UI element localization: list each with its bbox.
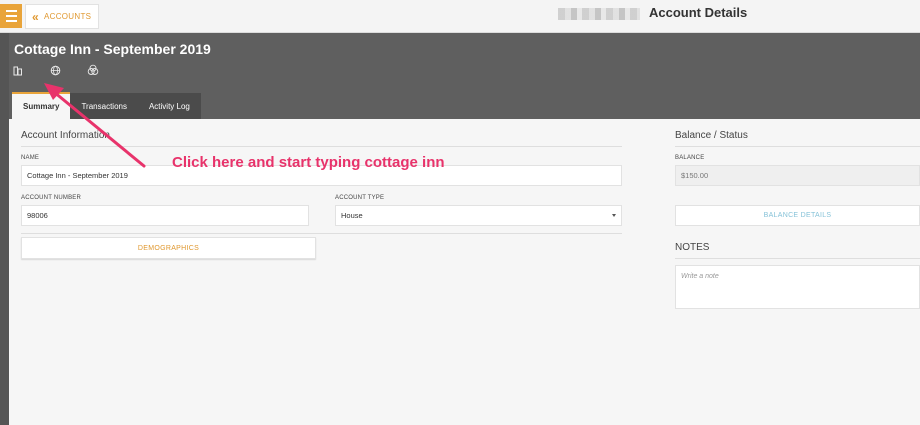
account-header: Cottage Inn - September 2019 Summary Tra…: [9, 33, 920, 119]
balance-label: BALANCE: [675, 155, 705, 161]
divider: [21, 233, 622, 234]
side-strip: [0, 33, 9, 425]
tab-summary[interactable]: Summary: [12, 92, 71, 119]
account-type-select[interactable]: House: [335, 205, 622, 226]
account-type-value: House: [341, 211, 363, 220]
divider: [675, 258, 920, 259]
redacted-text: [558, 8, 640, 20]
balance-details-button[interactable]: BALANCE DETAILS: [675, 205, 920, 226]
back-to-accounts-button[interactable]: « ACCOUNTS: [25, 4, 99, 29]
balance-value: $150.00: [681, 171, 709, 180]
hamburger-menu-icon[interactable]: [0, 4, 22, 28]
page-title: Account Details: [649, 5, 748, 20]
caret-down-icon: [612, 214, 616, 217]
notes-placeholder: Write a note: [681, 273, 719, 280]
top-bar: « ACCOUNTS Account Details: [0, 0, 920, 33]
accounts-label: ACCOUNTS: [43, 12, 92, 21]
double-chevron-left-icon: «: [32, 9, 39, 24]
balance-status-title: Balance / Status: [675, 130, 748, 141]
account-name-value: Cottage Inn - September 2019: [27, 171, 128, 180]
notes-textarea[interactable]: Write a note: [675, 265, 920, 309]
divider: [675, 146, 920, 147]
account-type-label: ACCOUNT TYPE: [335, 195, 385, 201]
demographics-button[interactable]: DEMOGRAPHICS: [21, 237, 316, 259]
balance-field: $150.00: [675, 165, 920, 186]
notes-title: NOTES: [675, 242, 710, 253]
tab-transactions[interactable]: Transactions: [70, 93, 138, 119]
account-number-value: 98006: [27, 211, 48, 220]
account-information-title: Account Information: [21, 130, 110, 141]
tab-activity-log[interactable]: Activity Log: [137, 93, 201, 119]
annotation-callout: Click here and start typing cottage inn: [172, 154, 445, 171]
name-label: NAME: [21, 155, 40, 161]
circles-icon[interactable]: [87, 63, 99, 81]
account-number-label: ACCOUNT NUMBER: [21, 195, 82, 201]
globe-icon[interactable]: [50, 63, 61, 81]
account-name-heading: Cottage Inn - September 2019: [14, 41, 211, 57]
account-number-field[interactable]: 98006: [21, 205, 309, 226]
summary-panel: Account Information NAME Cottage Inn - S…: [9, 119, 920, 425]
divider: [21, 146, 622, 147]
building-icon[interactable]: [13, 63, 23, 81]
account-tabs: Summary Transactions Activity Log: [12, 92, 201, 119]
